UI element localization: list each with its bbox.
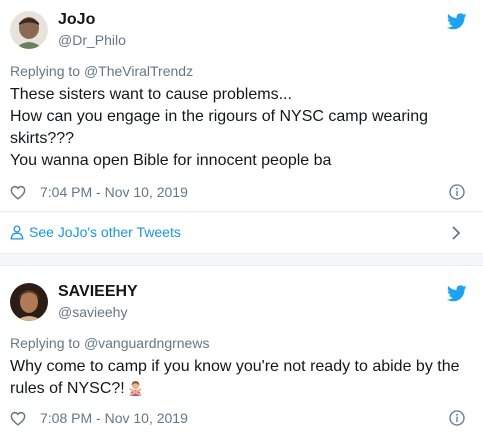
tweet-text: Why come to camp if you know you're not … <box>10 356 475 400</box>
user-handle[interactable]: @savieehy <box>58 304 127 320</box>
avatar[interactable] <box>10 11 48 49</box>
see-other-tweets-link[interactable]: See JoJo's other Tweets <box>10 224 181 240</box>
twitter-bird-icon[interactable] <box>447 285 467 302</box>
timestamp[interactable]: 7:04 PM - Nov 10, 2019 <box>40 184 188 200</box>
tweet-meta: 7:04 PM - Nov 10, 2019 <box>10 182 188 202</box>
tweet-card[interactable]: SAVIEEHY @savieehy Replying to @vanguard… <box>0 267 483 442</box>
timestamp[interactable]: 7:08 PM - Nov 10, 2019 <box>40 410 188 426</box>
tweet-line: You wanna open Bible for innocent people… <box>10 152 332 169</box>
twitter-bird-icon[interactable] <box>447 13 467 30</box>
reply-mention-link[interactable]: @TheViralTrendz <box>84 63 193 79</box>
replying-prefix: Replying to <box>10 335 81 351</box>
tweet-line: skirts??? <box>10 130 75 147</box>
tweet-line: rules of NYSC?! <box>10 380 125 397</box>
see-other-tweets-label[interactable]: See JoJo's other Tweets <box>29 224 181 240</box>
info-icon[interactable] <box>449 184 465 200</box>
tweet-line: Why come to camp if you know you're not … <box>10 358 460 375</box>
tweet-line: How can you engage in the rigours of NYS… <box>10 108 428 125</box>
avatar[interactable] <box>10 283 48 321</box>
user-handle[interactable]: @Dr_Philo <box>58 32 126 48</box>
woman-gesturing-no-emoji <box>129 381 142 396</box>
display-name[interactable]: SAVIEEHY <box>58 283 138 301</box>
info-icon[interactable] <box>449 410 465 426</box>
person-icon <box>10 225 24 239</box>
heart-icon[interactable] <box>10 185 26 200</box>
reply-mention-link[interactable]: @vanguardngrnews <box>84 335 210 351</box>
replying-prefix: Replying to <box>10 63 81 79</box>
tweet-text: These sisters want to cause problems... … <box>10 84 475 172</box>
see-other-tweets-row[interactable]: See JoJo's other Tweets <box>0 212 483 254</box>
tweet-line-with-emoji: rules of NYSC?! <box>10 378 475 400</box>
chevron-right-icon[interactable] <box>451 225 461 241</box>
replying-to: Replying to @vanguardngrnews <box>10 335 209 351</box>
replying-to: Replying to @TheViralTrendz <box>10 63 193 79</box>
display-name[interactable]: JoJo <box>58 11 95 29</box>
tweet-card[interactable]: JoJo @Dr_Philo Replying to @TheViralTren… <box>0 0 483 212</box>
tweet-separator <box>0 254 483 266</box>
tweet-meta: 7:08 PM - Nov 10, 2019 <box>10 408 188 428</box>
heart-icon[interactable] <box>10 411 26 426</box>
tweet-line: These sisters want to cause problems... <box>10 86 292 103</box>
